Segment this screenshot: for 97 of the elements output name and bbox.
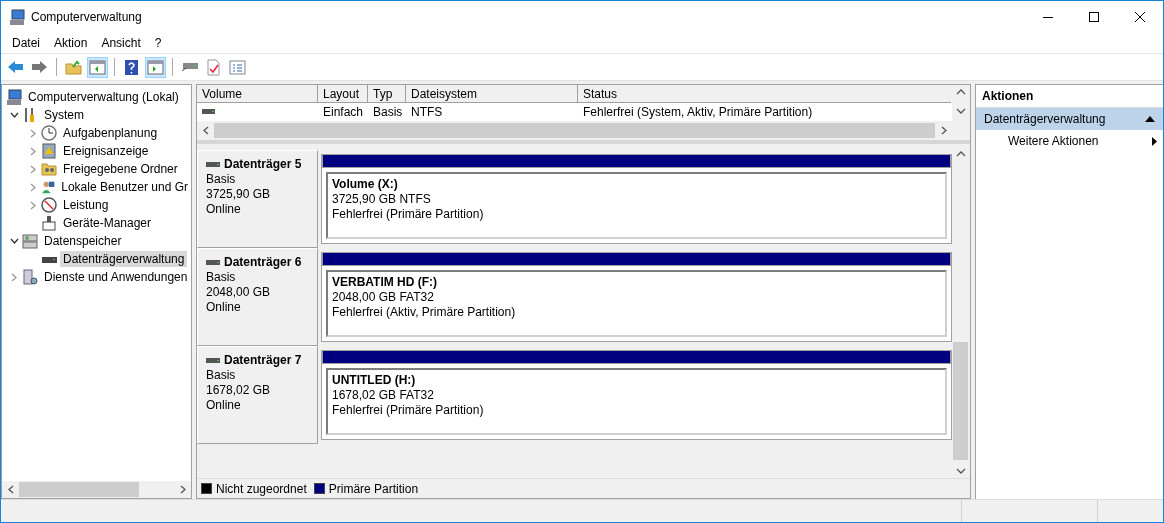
partition-size: 2048,00 GB FAT32 xyxy=(332,290,435,305)
column-header[interactable]: Layout xyxy=(318,85,368,103)
tree-item[interactable]: Computerverwaltung (Lokal) xyxy=(25,89,182,105)
storage-icon xyxy=(22,233,38,249)
partition-block[interactable]: Volume (X:) 3725,90 GB NTFS Fehlerfrei (Primäre Partition) xyxy=(321,154,952,244)
partition-label: UNTITLED (H:) xyxy=(332,373,417,388)
drive-icon xyxy=(206,356,221,365)
drive-icon xyxy=(181,63,198,71)
disk-size: 2048,00 GB xyxy=(206,285,272,300)
log-icon xyxy=(41,143,57,159)
expand-chevron-icon[interactable] xyxy=(30,182,36,192)
scroll-right-icon[interactable] xyxy=(179,485,186,494)
menu-item[interactable]: Ansicht xyxy=(94,33,148,52)
tree-item[interactable]: Geräte-Manager xyxy=(60,215,155,231)
column-header[interactable]: Typ xyxy=(368,85,406,103)
scroll-left-icon[interactable] xyxy=(202,126,209,135)
partition-status: Fehlerfrei (Primäre Partition) xyxy=(332,403,485,418)
tree-item[interactable]: Dienste und Anwendungen xyxy=(41,269,191,285)
tree-item[interactable]: System xyxy=(41,107,87,123)
menu-item[interactable]: ? xyxy=(147,33,169,52)
disk-info-panel[interactable]: Datenträger 6 Basis 2048,00 GB Online xyxy=(197,248,318,346)
disk-name: Datenträger 5 xyxy=(224,157,302,172)
panel-icon xyxy=(89,58,106,76)
disk-type: Basis xyxy=(206,368,237,383)
disk-type: Basis xyxy=(206,270,237,285)
table-cell-text: NTFS xyxy=(410,104,444,120)
disk-state: Online xyxy=(206,202,242,217)
table-cell-text: Fehlerfrei (System, Aktiv, Primäre Partition) xyxy=(582,104,814,120)
tree-item[interactable]: Ereignisanzeige xyxy=(60,143,152,159)
column-header[interactable]: Volume xyxy=(197,85,318,103)
expand-chevron-icon[interactable] xyxy=(11,272,17,282)
legend-label: Primäre Partition xyxy=(328,481,419,496)
drive-icon xyxy=(206,258,221,267)
partition-block[interactable]: UNTITLED (H:) 1678,02 GB FAT32 Fehlerfrei (Primäre Partition) xyxy=(321,350,952,440)
forward-arrow-icon xyxy=(31,58,48,76)
shared-folder-icon xyxy=(41,161,57,177)
collapse-chevron-icon[interactable] xyxy=(9,112,19,118)
expand-chevron-icon[interactable] xyxy=(30,164,36,174)
actions-section-header[interactable]: Datenträgerverwaltung xyxy=(976,108,1163,130)
disk-info-panel[interactable]: Datenträger 5 Basis 3725,90 GB Online xyxy=(197,150,318,248)
disk-state: Online xyxy=(206,398,242,413)
tree-item[interactable]: Datenspeicher xyxy=(41,233,125,249)
computer-icon xyxy=(9,8,25,25)
partition-size: 1678,02 GB FAT32 xyxy=(332,388,435,403)
collapse-chevron-icon[interactable] xyxy=(9,238,19,244)
tree-item[interactable]: Lokale Benutzer und Gr xyxy=(58,179,191,195)
scrollbar-thumb[interactable] xyxy=(19,482,139,497)
partition-block[interactable]: VERBATIM HD (F:) 2048,00 GB FAT32 Fehlerfrei (Aktiv, Primäre Partition) xyxy=(321,252,952,342)
column-header[interactable]: Dateisystem xyxy=(406,85,578,103)
maximize-icon xyxy=(1089,11,1099,22)
tree-item[interactable]: Datenträgerverwaltung xyxy=(60,251,188,267)
expand-chevron-icon[interactable] xyxy=(30,128,36,138)
collapse-triangle-icon xyxy=(1145,116,1155,122)
menu-item[interactable]: Datei xyxy=(5,33,47,52)
window-title: Computerverwaltung xyxy=(31,9,143,24)
partition-label: VERBATIM HD (F:) xyxy=(332,275,439,290)
disk-size: 3725,90 GB xyxy=(206,187,272,202)
partition-status: Fehlerfrei (Aktiv, Primäre Partition) xyxy=(332,305,517,320)
tree-item[interactable]: Aufgabenplanung xyxy=(60,125,161,141)
disk-type: Basis xyxy=(206,172,237,187)
scroll-left-icon[interactable] xyxy=(7,485,14,494)
disk-name: Datenträger 6 xyxy=(224,255,302,270)
expand-chevron-icon[interactable] xyxy=(30,146,36,156)
disk-name: Datenträger 7 xyxy=(224,353,302,368)
scrollbar-thumb[interactable] xyxy=(214,123,935,138)
partition-size: 3725,90 GB NTFS xyxy=(332,192,432,207)
disk-state: Online xyxy=(206,300,242,315)
drive-icon xyxy=(202,108,216,116)
scroll-right-icon[interactable] xyxy=(940,126,947,135)
gauge-icon xyxy=(41,197,57,213)
folder-icon xyxy=(65,58,82,76)
partition-status: Fehlerfrei (Primäre Partition) xyxy=(332,207,485,222)
drive-icon xyxy=(206,160,221,169)
panel-icon xyxy=(147,58,164,76)
users-icon xyxy=(41,179,56,195)
close-icon xyxy=(1135,11,1145,22)
list-icon xyxy=(229,58,246,76)
table-cell-text: Einfach xyxy=(322,104,365,120)
legend-label: Nicht zugeordnet xyxy=(216,481,307,496)
menu-item[interactable]: Aktion xyxy=(47,33,95,52)
disk-size: 1678,02 GB xyxy=(206,383,272,398)
partition-label: Volume (X:) xyxy=(332,177,399,192)
disk-info-panel[interactable]: Datenträger 7 Basis 1678,02 GB Online xyxy=(197,346,318,444)
checklist-icon xyxy=(205,58,222,76)
clock-icon xyxy=(41,125,57,141)
services-icon xyxy=(22,269,38,285)
tree-item[interactable]: Freigegebene Ordner xyxy=(60,161,181,177)
scrollbar-thumb[interactable] xyxy=(953,342,968,460)
device-icon xyxy=(41,215,57,231)
tree-item[interactable]: Leistung xyxy=(60,197,112,213)
expand-chevron-icon[interactable] xyxy=(30,200,36,210)
submenu-arrow-icon xyxy=(1152,136,1157,146)
back-arrow-icon xyxy=(7,58,24,76)
action-item[interactable]: Weitere Aktionen xyxy=(976,130,1163,152)
computer-icon xyxy=(6,89,22,105)
table-cell-text: Basis xyxy=(372,104,404,120)
help-icon xyxy=(123,58,140,76)
